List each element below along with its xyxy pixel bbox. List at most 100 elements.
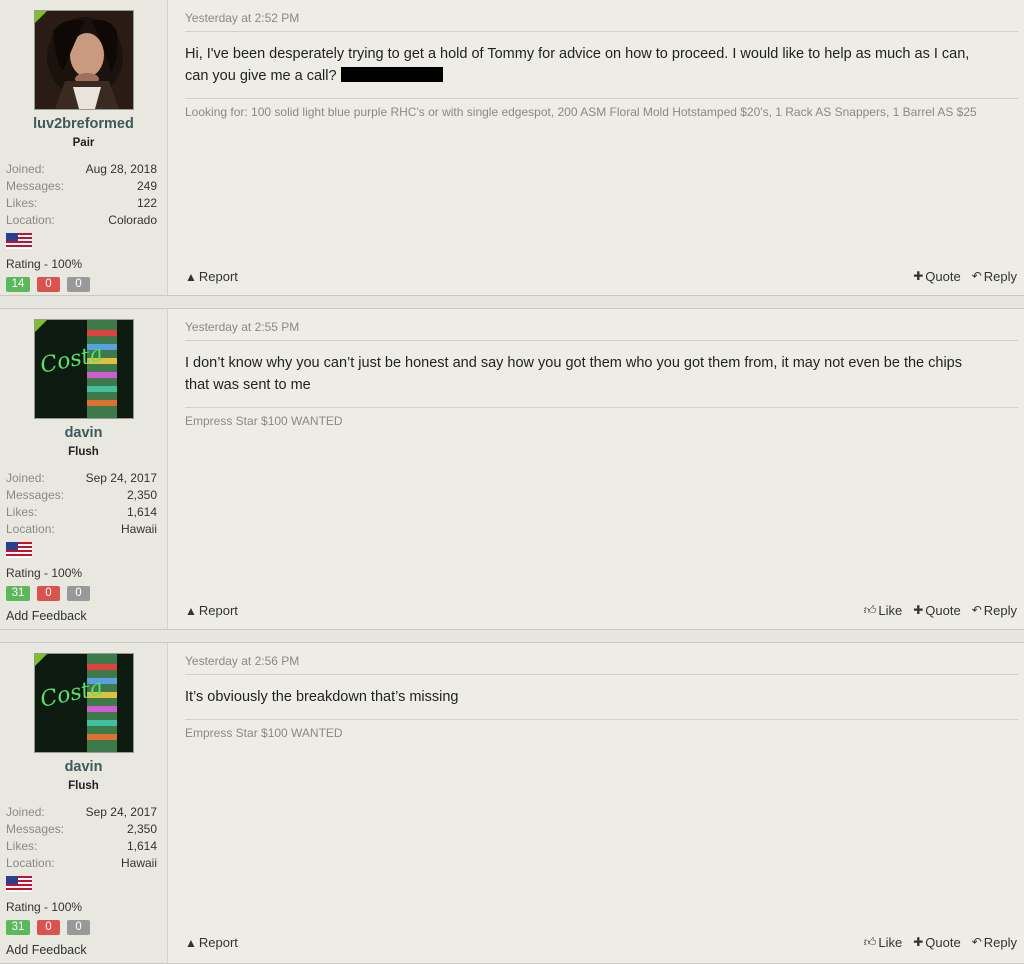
warning-icon: ▲ xyxy=(185,935,197,950)
report-button[interactable]: ▲ Report xyxy=(185,935,238,950)
messages-label: Messages: xyxy=(6,488,65,502)
signature: Empress Star $100 WANTED xyxy=(185,407,1018,428)
neutral-feedback-badge[interactable]: 0 xyxy=(67,586,90,601)
negative-feedback-badge[interactable]: 0 xyxy=(37,920,60,935)
post-message: I don’t know why you can’t just be hones… xyxy=(185,352,1018,396)
post-actions: ▲ Report ✚ Quote ↶ Reply xyxy=(185,269,1017,285)
neutral-feedback-badge[interactable]: 0 xyxy=(67,920,90,935)
negative-feedback-badge[interactable]: 0 xyxy=(37,586,60,601)
messages-label: Messages: xyxy=(6,179,65,193)
messages-value[interactable]: 2,350 xyxy=(127,487,157,504)
negative-feedback-badge[interactable]: 0 xyxy=(37,277,60,292)
user-stats: Joined: Sep 24, 2017 Messages: 2,350 Likes… xyxy=(6,470,157,538)
user-stats: Joined: Sep 24, 2017 Messages: 2,350 Likes… xyxy=(6,804,157,872)
post-content: Yesterday at 2:56 PM It’s obviously the … xyxy=(168,643,1024,963)
reply-button[interactable]: ↶ Reply xyxy=(972,269,1017,285)
location-value[interactable]: Hawaii xyxy=(121,855,157,872)
signature: Empress Star $100 WANTED xyxy=(185,719,1018,740)
likes-label: Likes: xyxy=(6,505,38,519)
joined-value: Sep 24, 2017 xyxy=(85,471,157,485)
message-line: can you give me a call? xyxy=(185,68,337,84)
user-stats: Joined: Aug 28, 2018 Messages: 249 Likes: 1… xyxy=(6,161,157,229)
us-flag-icon xyxy=(6,233,32,249)
feedback-badges: 31 0 0 xyxy=(6,586,167,601)
positive-feedback-badge[interactable]: 31 xyxy=(6,920,30,935)
message-line: I don’t know why you can’t just be hones… xyxy=(185,355,962,371)
thumbs-up-icon: 👍︎ xyxy=(863,602,877,617)
likes-value: 122 xyxy=(136,196,157,210)
reply-icon: ↶ xyxy=(971,603,982,618)
us-flag-icon xyxy=(6,542,32,558)
add-feedback-link[interactable]: Add Feedback xyxy=(6,943,167,957)
report-button[interactable]: ▲ Report xyxy=(185,269,238,284)
report-button[interactable]: ▲ Report xyxy=(185,603,238,618)
username[interactable]: luv2breformed xyxy=(0,116,167,132)
post-content: Yesterday at 2:52 PM Hi, I've been despe… xyxy=(168,0,1024,295)
location-value[interactable]: Hawaii xyxy=(121,521,157,538)
online-indicator xyxy=(34,654,47,666)
plus-icon: ✚ xyxy=(913,603,924,618)
location-label: Location: xyxy=(6,522,55,536)
post: Costa davin Flush Joined: Sep 24, 2017 Me… xyxy=(0,308,1024,630)
warning-icon: ▲ xyxy=(185,269,197,284)
avatar[interactable]: Costa xyxy=(33,319,134,419)
feedback-badges: 31 0 0 xyxy=(6,920,167,935)
reply-icon: ↶ xyxy=(971,935,982,950)
joined-value: Sep 24, 2017 xyxy=(85,805,157,819)
post-content: Yesterday at 2:55 PM I don’t know why yo… xyxy=(168,309,1024,629)
add-feedback-link[interactable]: Add Feedback xyxy=(6,609,167,623)
reply-icon: ↶ xyxy=(971,269,982,284)
quote-button[interactable]: ✚ Quote xyxy=(913,269,960,285)
like-button[interactable]: 👍︎ Like xyxy=(864,603,902,619)
plus-icon: ✚ xyxy=(913,935,924,950)
messages-label: Messages: xyxy=(6,822,65,836)
location-label: Location: xyxy=(6,213,55,227)
post-actions: ▲ Report 👍︎ Like ✚ Quote ↶ Reply xyxy=(185,935,1017,951)
username[interactable]: davin xyxy=(0,759,167,775)
location-value[interactable]: Colorado xyxy=(108,212,157,229)
user-info: Costa davin Flush Joined: Sep 24, 2017 Me… xyxy=(0,309,168,629)
joined-value: Aug 28, 2018 xyxy=(85,162,157,176)
post-actions: ▲ Report 👍︎ Like ✚ Quote ↶ Reply xyxy=(185,603,1017,619)
online-indicator xyxy=(34,11,47,23)
user-title: Pair xyxy=(72,137,95,149)
post-message: It’s obviously the breakdown that’s miss… xyxy=(185,686,1018,708)
post-date[interactable]: Yesterday at 2:52 PM xyxy=(185,11,1018,32)
neutral-feedback-badge[interactable]: 0 xyxy=(67,277,90,292)
likes-value: 1,614 xyxy=(126,505,157,519)
message-line: It’s obviously the breakdown that’s miss… xyxy=(185,689,459,705)
plus-icon: ✚ xyxy=(913,269,924,284)
rating: Rating - 100% xyxy=(6,566,83,580)
avatar[interactable] xyxy=(33,10,134,110)
quote-button[interactable]: ✚ Quote xyxy=(913,603,960,619)
positive-feedback-badge[interactable]: 31 xyxy=(6,586,30,601)
likes-label: Likes: xyxy=(6,839,38,853)
avatar[interactable]: Costa xyxy=(33,653,134,753)
reply-button[interactable]: ↶ Reply xyxy=(972,603,1017,619)
joined-label: Joined: xyxy=(6,471,45,485)
signature: Looking for: 100 solid light blue purple… xyxy=(185,98,1018,119)
joined-label: Joined: xyxy=(6,805,45,819)
location-label: Location: xyxy=(6,856,55,870)
positive-feedback-badge[interactable]: 14 xyxy=(6,277,30,292)
thumbs-up-icon: 👍︎ xyxy=(863,934,877,949)
user-info: luv2breformed Pair Joined: Aug 28, 2018 M… xyxy=(0,0,168,295)
like-button[interactable]: 👍︎ Like xyxy=(864,935,902,951)
quote-button[interactable]: ✚ Quote xyxy=(913,935,960,951)
post-date[interactable]: Yesterday at 2:55 PM xyxy=(185,320,1018,341)
messages-value[interactable]: 2,350 xyxy=(127,821,157,838)
rating: Rating - 100% xyxy=(6,900,83,914)
likes-value: 1,614 xyxy=(126,839,157,853)
messages-value[interactable]: 249 xyxy=(137,178,157,195)
user-info: Costa davin Flush Joined: Sep 24, 2017 Me… xyxy=(0,643,168,963)
reply-button[interactable]: ↶ Reply xyxy=(972,935,1017,951)
redacted-text xyxy=(340,67,443,82)
online-indicator xyxy=(34,320,47,332)
post-date[interactable]: Yesterday at 2:56 PM xyxy=(185,654,1018,675)
post: luv2breformed Pair Joined: Aug 28, 2018 M… xyxy=(0,0,1024,296)
feedback-badges: 14 0 0 xyxy=(6,277,167,292)
likes-label: Likes: xyxy=(6,196,38,210)
warning-icon: ▲ xyxy=(185,603,197,618)
rating: Rating - 100% xyxy=(6,257,83,271)
username[interactable]: davin xyxy=(0,425,167,441)
